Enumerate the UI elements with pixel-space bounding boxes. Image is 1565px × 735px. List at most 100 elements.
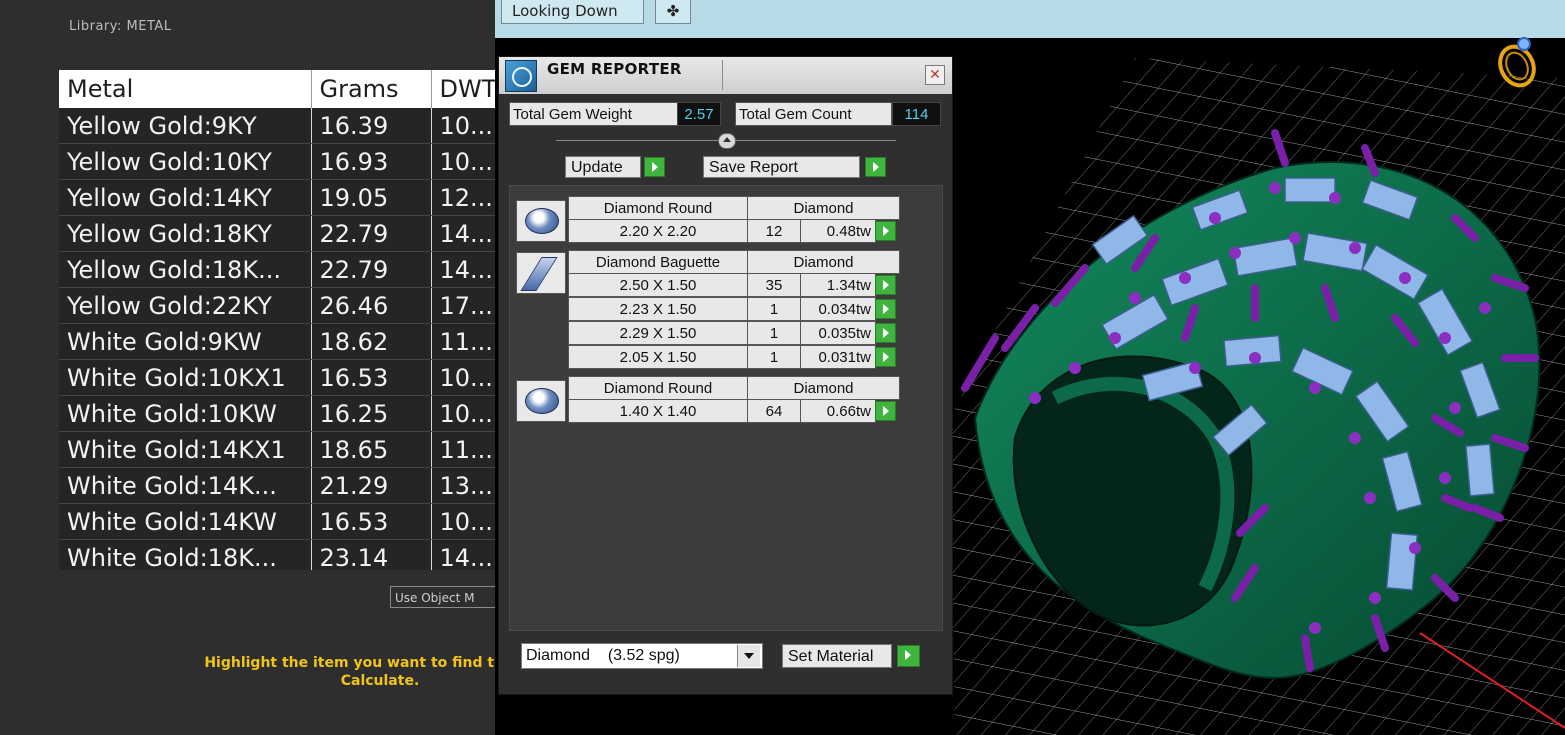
gem-group-round-1: Diamond Round Diamond 2.20 X 2.20 12 0.4… <box>516 196 936 246</box>
gem-count-cell: 1 <box>747 321 801 345</box>
select-gems-go-icon[interactable] <box>875 221 896 241</box>
grams-cell: 16.25 <box>311 395 432 432</box>
gem-material-header: Diamond <box>747 196 900 220</box>
table-row[interactable]: Yellow Gold:18K... 22.79 14... <box>59 251 495 288</box>
gem-shape-header: Diamond Round <box>568 196 748 220</box>
set-material-button[interactable]: Set Material <box>782 644 892 668</box>
baguette-gem-icon <box>516 252 566 294</box>
tab-looking-down[interactable]: Looking Down <box>501 0 644 24</box>
titlebar-divider <box>722 60 723 90</box>
column-header-dwt[interactable]: DWT <box>431 70 495 108</box>
table-row[interactable]: White Gold:10KX1 16.53 10... <box>59 359 495 396</box>
gem-size-cell: 2.50 X 1.50 <box>568 273 748 297</box>
gem-count-cell: 12 <box>747 219 801 243</box>
gem-count-cell: 1 <box>747 297 801 321</box>
gem-weight-cell: 0.034tw <box>800 297 876 321</box>
metal-table-container: Metal Grams DWT Yellow Gold:9KY 16.39 10..… <box>59 70 495 570</box>
dwt-cell: 11... <box>431 323 495 360</box>
table-row[interactable]: Yellow Gold:18KY 22.79 14... <box>59 215 495 252</box>
table-row[interactable]: Yellow Gold:14KY 19.05 12... <box>59 179 495 216</box>
dwt-cell: 12... <box>431 179 495 216</box>
grams-cell: 22.79 <box>311 215 432 252</box>
metal-name-cell: White Gold:10KW <box>59 395 312 432</box>
gem-shape-header: Diamond Round <box>568 376 748 400</box>
metal-name-cell: White Gold:14K... <box>59 467 312 504</box>
grams-cell: 16.53 <box>311 359 432 396</box>
table-row[interactable]: Yellow Gold:22KY 26.46 17... <box>59 287 495 324</box>
table-row[interactable]: White Gold:9KW 18.62 11... <box>59 323 495 360</box>
select-gems-go-icon[interactable] <box>875 401 896 421</box>
metal-table: Metal Grams DWT Yellow Gold:9KY 16.39 10..… <box>59 70 495 570</box>
round-gem-icon <box>516 380 566 422</box>
dwt-cell: 11... <box>431 431 495 468</box>
table-row[interactable]: Yellow Gold:10KY 16.93 10... <box>59 143 495 180</box>
update-go-icon[interactable] <box>644 157 665 177</box>
table-row[interactable]: White Gold:14K... 21.29 13... <box>59 467 495 504</box>
dwt-cell: 10... <box>431 503 495 540</box>
gem-shape-header: Diamond Baguette <box>568 250 748 274</box>
gem-group-baguette: Diamond Baguette Diamond 2.50 X 1.50 35 … <box>516 250 936 372</box>
ring-view-icon[interactable] <box>1494 30 1540 90</box>
column-header-grams[interactable]: Grams <box>311 70 432 108</box>
grams-cell: 19.05 <box>311 179 432 216</box>
select-gems-go-icon[interactable] <box>875 299 896 319</box>
add-tab-button[interactable]: ✤ <box>655 0 691 24</box>
grams-cell: 16.53 <box>311 503 432 540</box>
select-gems-go-icon[interactable] <box>875 323 896 343</box>
gem-size-cell: 2.23 X 1.50 <box>568 297 748 321</box>
dwt-cell: 13... <box>431 467 495 504</box>
gem-count-cell: 64 <box>747 399 801 423</box>
metal-name-cell: White Gold:10KX1 <box>59 359 312 396</box>
dialog-titlebar[interactable]: GEM REPORTER ✕ <box>499 57 952 94</box>
round-gem-icon <box>516 200 566 242</box>
table-row[interactable]: White Gold:18K... 23.14 14... <box>59 539 495 570</box>
dialog-title: GEM REPORTER <box>547 60 682 78</box>
grams-cell: 22.79 <box>311 251 432 288</box>
dwt-cell: 10... <box>431 143 495 180</box>
gem-material-header: Diamond <box>747 250 900 274</box>
update-button[interactable]: Update <box>565 156 641 178</box>
column-header-metal[interactable]: Metal <box>59 70 312 108</box>
total-gem-count-label: Total Gem Count <box>735 102 892 126</box>
dwt-cell: 17... <box>431 287 495 324</box>
grams-cell: 16.39 <box>311 108 432 144</box>
table-row[interactable]: White Gold:10KW 16.25 10... <box>59 395 495 432</box>
dwt-cell: 10... <box>431 359 495 396</box>
metal-table-header-row: Metal Grams DWT <box>59 70 495 108</box>
save-report-go-icon[interactable] <box>865 157 886 177</box>
library-label: Library: METAL <box>69 19 172 34</box>
grams-cell: 26.46 <box>311 287 432 324</box>
table-row[interactable]: White Gold:14KX1 18.65 11... <box>59 431 495 468</box>
select-gems-go-icon[interactable] <box>875 347 896 367</box>
collapse-toggle-icon[interactable] <box>718 133 736 149</box>
gem-size-cell: 2.05 X 1.50 <box>568 345 748 369</box>
dwt-cell: 10... <box>431 108 495 144</box>
total-gem-weight-value: 2.57 <box>677 102 721 126</box>
gem-weight-cell: 1.34tw <box>800 273 876 297</box>
use-object-button[interactable]: Use Object M <box>390 586 495 608</box>
dwt-cell: 14... <box>431 251 495 288</box>
dwt-cell: 14... <box>431 215 495 252</box>
metal-name-cell: Yellow Gold:18KY <box>59 215 312 252</box>
grams-cell: 21.29 <box>311 467 432 504</box>
gem-weight-cell: 0.035tw <box>800 321 876 345</box>
select-gems-go-icon[interactable] <box>875 275 896 295</box>
instruction-line-2: Calculate. <box>340 673 420 689</box>
metal-name-cell: White Gold:18K... <box>59 539 312 570</box>
gem-group-round-2: Diamond Round Diamond 1.40 X 1.40 64 0.6… <box>516 376 936 426</box>
metal-name-cell: White Gold:14KX1 <box>59 431 312 468</box>
metal-name-cell: White Gold:9KW <box>59 323 312 360</box>
set-material-go-icon[interactable] <box>897 645 920 667</box>
gem-size-cell: 1.40 X 1.40 <box>568 399 748 423</box>
metal-name-cell: Yellow Gold:9KY <box>59 108 312 144</box>
material-dropdown[interactable]: Diamond (3.52 spg) <box>521 643 763 669</box>
table-row[interactable]: Yellow Gold:9KY 16.39 10... <box>59 108 495 144</box>
close-icon[interactable]: ✕ <box>925 65 945 85</box>
total-gem-count-value: 114 <box>892 102 941 126</box>
gem-size-cell: 2.20 X 2.20 <box>568 219 748 243</box>
chevron-down-icon[interactable] <box>737 645 760 667</box>
gem-weight-cell: 0.031tw <box>800 345 876 369</box>
save-report-button[interactable]: Save Report <box>703 156 860 178</box>
table-row[interactable]: White Gold:14KW 16.53 10... <box>59 503 495 540</box>
grams-cell: 16.93 <box>311 143 432 180</box>
